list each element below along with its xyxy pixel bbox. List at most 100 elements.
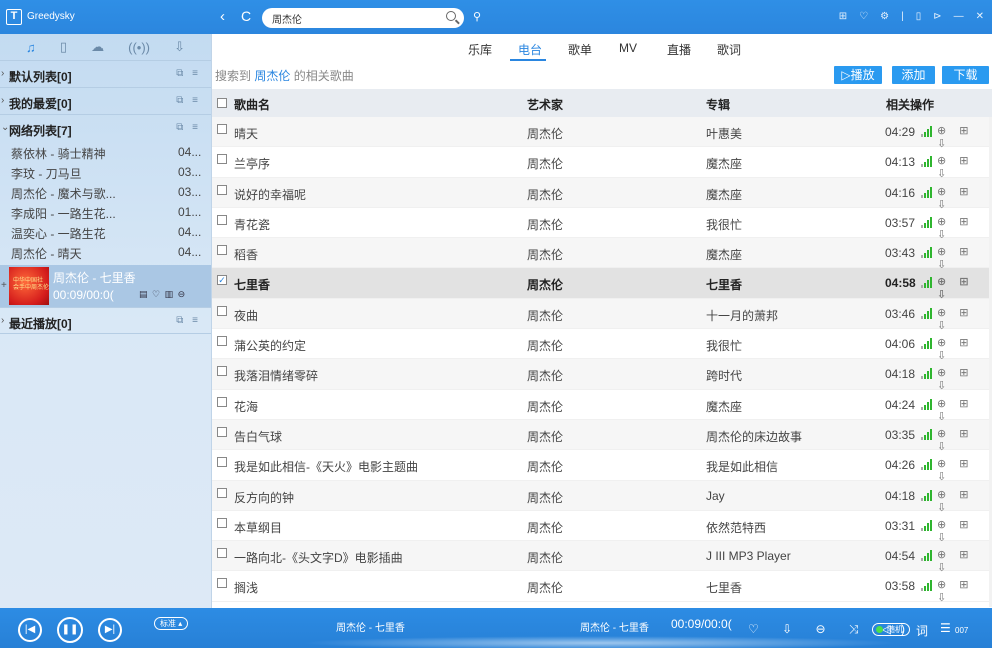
tab-radio[interactable]: 电台 [518, 41, 542, 58]
search-icon[interactable] [446, 11, 456, 21]
song-album[interactable]: 我很忙 [706, 216, 742, 233]
playlist-favorites[interactable]: › 我的最爱[0] ⧉ ≡ [0, 88, 211, 115]
quality-selector[interactable]: 标准 ▴ [154, 617, 189, 630]
playlist-default[interactable]: › 默认列表[0] ⧉ ≡ [0, 61, 211, 88]
expand-arrow-icon[interactable]: › [1, 315, 4, 326]
row-ops-icon[interactable]: ⊕ ⊞ ⇩ [937, 185, 992, 211]
download-button[interactable]: 下载 [942, 66, 989, 84]
song-artist[interactable]: 周杰伦 [527, 246, 563, 263]
playlist-ops-icon[interactable]: ⧉ ≡ [176, 68, 201, 79]
song-artist[interactable]: 周杰伦 [527, 579, 563, 596]
download-icon[interactable]: ⇩ [174, 39, 185, 55]
row-checkbox[interactable] [217, 457, 227, 468]
tab-live[interactable]: 直播 [667, 41, 691, 58]
expand-arrow-icon[interactable]: › [1, 95, 4, 106]
playlist-ops-icon[interactable]: ⧉ ≡ [176, 95, 201, 106]
song-album[interactable]: 我很忙 [706, 337, 742, 354]
radio-icon[interactable]: ((•)) [128, 40, 150, 55]
previous-icon[interactable]: |◀ [18, 618, 42, 642]
row-checkbox[interactable] [217, 336, 227, 347]
table-row[interactable]: 稻香 周杰伦 魔杰座 03:43 ⊕ ⊞ ⇩ [212, 238, 992, 271]
table-row[interactable]: 反方向的钟 周杰伦 Jay 04:18 ⊕ ⊞ ⇩ [212, 480, 992, 514]
back-icon[interactable]: ‹ [220, 8, 225, 25]
row-checkbox[interactable] [217, 124, 227, 134]
song-artist[interactable]: 周杰伦 [527, 458, 563, 475]
playlist-ops-icon[interactable]: ⧉ ≡ [176, 122, 201, 133]
row-checkbox[interactable] [217, 184, 227, 195]
play-button[interactable]: ▷播放 [834, 66, 882, 84]
now-playing-ops-icon[interactable]: ▤ ♡ ▥ ⊖ [139, 289, 186, 300]
song-artist[interactable]: 周杰伦 [527, 428, 563, 445]
row-checkbox[interactable] [217, 487, 227, 498]
song-album[interactable]: 魔杰座 [706, 398, 742, 415]
list-item[interactable]: 温奕心 - 一路生花 04... [0, 222, 211, 242]
row-ops-icon[interactable]: ⊕ ⊞ ⇩ [937, 154, 992, 180]
expand-arrow-icon[interactable]: › [1, 68, 4, 79]
row-checkbox[interactable] [217, 214, 227, 225]
row-checkbox[interactable]: ✓ [217, 275, 227, 286]
select-all-checkbox[interactable] [217, 98, 227, 108]
play-mode-toggle[interactable]: 随机 [872, 623, 910, 636]
row-ops-icon[interactable]: ⊕ ⊞ ⇩ [937, 548, 992, 574]
row-checkbox[interactable] [217, 578, 227, 589]
row-checkbox[interactable] [217, 426, 227, 437]
table-row[interactable]: 一路向北-《头文字D》电影插曲 周杰伦 J III MP3 Player 04:54 ⊕… [212, 541, 992, 574]
row-ops-icon[interactable]: ⊕ ⊞ ⇩ [937, 518, 992, 544]
row-checkbox[interactable] [217, 517, 227, 528]
lyric-icon[interactable]: 词 [916, 622, 928, 639]
row-checkbox[interactable] [217, 154, 227, 165]
list-item[interactable]: 蔡依林 - 骑士精神 04... [0, 142, 211, 162]
song-album[interactable]: Jay [706, 489, 725, 503]
row-ops-icon[interactable]: ⊕ ⊞ ⇩ [937, 124, 992, 150]
settings-icon[interactable]: ⚙ [880, 10, 889, 24]
now-playing-item[interactable]: + 中华中国社 会手中周杰伦 周杰伦 - 七里香 00:09/00:0( ▤ ♡… [0, 265, 211, 307]
song-album[interactable]: 魔杰座 [706, 155, 742, 172]
table-row[interactable]: 晴天 周杰伦 叶惠美 04:29 ⊕ ⊞ ⇩ [212, 117, 992, 150]
row-ops-icon[interactable]: ⊕ ⊞ ⇩ [937, 578, 992, 604]
table-row[interactable]: 我是如此相信-《天火》电影主题曲 周杰伦 我是如此相信 04:26 ⊕ ⊞ ⇩ [212, 450, 992, 483]
song-album[interactable]: 魔杰座 [706, 186, 742, 203]
row-checkbox[interactable] [217, 396, 227, 407]
table-row[interactable]: 我落泪情绪零碎 周杰伦 跨时代 04:18 ⊕ ⊞ ⇩ [212, 359, 992, 392]
table-row[interactable]: 本草纲目 周杰伦 依然范特西 03:31 ⊕ ⊞ ⇩ [212, 511, 992, 544]
song-album[interactable]: 叶惠美 [706, 125, 742, 142]
refresh-icon[interactable]: C [241, 8, 251, 24]
tab-library[interactable]: 乐库 [468, 41, 492, 58]
music-icon[interactable]: ♫ [26, 40, 36, 55]
table-row[interactable]: 告白气球 周杰伦 周杰伦的床边故事 03:35 ⊕ ⊞ ⇩ [212, 419, 992, 453]
row-ops-icon[interactable]: ⊕ ⊞ ⇩ [937, 427, 992, 453]
tab-playlists[interactable]: 歌单 [568, 41, 592, 58]
playlist-ops-icon[interactable]: ⧉ ≡ [176, 315, 201, 326]
song-album[interactable]: 我是如此相信 [706, 458, 778, 475]
add-icon[interactable]: + [1, 280, 7, 291]
playlist-network[interactable]: ⌄ 网络列表[7] ⧉ ≡ [0, 115, 211, 142]
remote-icon[interactable]: ▯ [916, 10, 922, 24]
song-artist[interactable]: 周杰伦 [527, 489, 563, 506]
row-checkbox[interactable] [217, 245, 227, 256]
table-row[interactable]: 说好的幸福呢 周杰伦 魔杰座 04:16 ⊕ ⊞ ⇩ [212, 177, 992, 211]
list-item[interactable]: 李玟 - 刀马旦 03... [0, 162, 211, 182]
song-artist[interactable]: 周杰伦 [527, 216, 563, 233]
row-ops-icon[interactable]: ⊕ ⊞ ⇩ [937, 245, 992, 271]
row-checkbox[interactable] [217, 548, 227, 559]
minimize-icon[interactable]: — [954, 10, 964, 24]
search-box[interactable] [262, 8, 464, 28]
song-artist[interactable]: 周杰伦 [527, 549, 563, 566]
song-artist[interactable]: 周杰伦 [527, 276, 563, 293]
mini-mode-icon[interactable]: ⊳ [933, 10, 941, 24]
song-album[interactable]: J III MP3 Player [706, 549, 791, 563]
song-artist[interactable]: 周杰伦 [527, 307, 563, 324]
row-ops-icon[interactable]: ⊕ ⊞ ⇩ [937, 215, 992, 241]
table-row[interactable]: 蒲公英的约定 周杰伦 我很忙 04:06 ⊕ ⊞ ⇩ [212, 329, 992, 362]
song-album[interactable]: 十一月的萧邦 [706, 307, 778, 324]
song-album[interactable]: 魔杰座 [706, 246, 742, 263]
table-row[interactable]: 兰亭序 周杰伦 魔杰座 04:13 ⊕ ⊞ ⇩ [212, 147, 992, 180]
table-row[interactable]: 搁浅 周杰伦 七里香 03:58 ⊕ ⊞ ⇩ [212, 571, 992, 604]
add-button[interactable]: 添加 [892, 66, 935, 84]
table-row[interactable]: ✓ 七里香 周杰伦 七里香 04:58 ⊕ ⊞ ⇩ [212, 268, 992, 301]
tab-mv[interactable]: MV [619, 41, 637, 55]
row-checkbox[interactable] [217, 366, 227, 377]
table-row[interactable]: 花海 周杰伦 魔杰座 04:24 ⊕ ⊞ ⇩ [212, 390, 992, 423]
tab-lyrics[interactable]: 歌词 [717, 41, 741, 58]
row-ops-icon[interactable]: ⊕ ⊞ ⇩ [937, 275, 992, 301]
